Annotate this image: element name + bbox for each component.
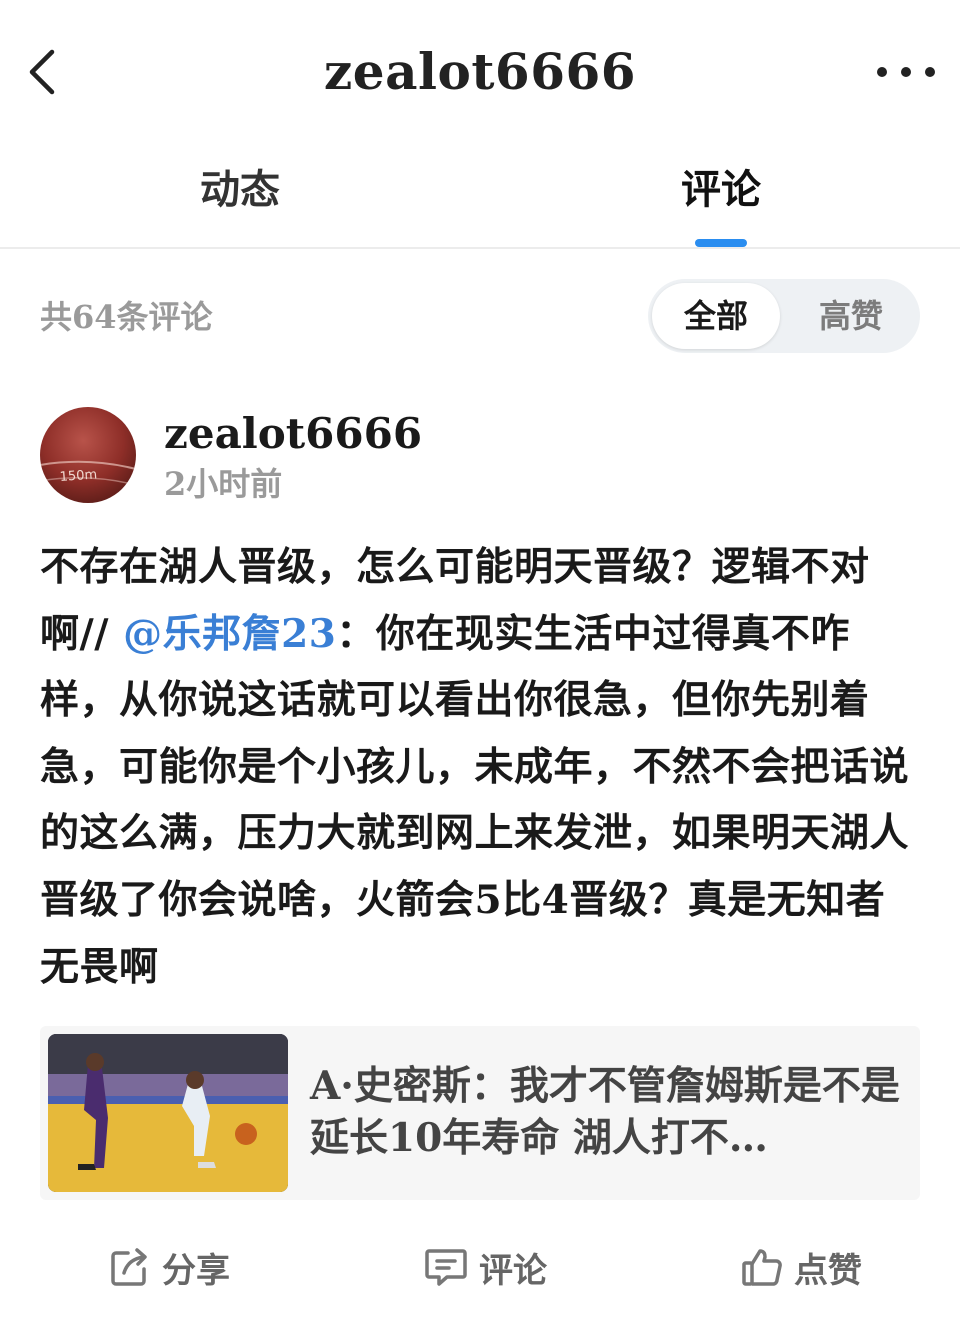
more-options-button[interactable] — [868, 48, 944, 96]
avatar-text: 150m — [59, 467, 97, 485]
tab-dynamic[interactable]: 动态 — [140, 160, 340, 220]
share-label: 分享 — [162, 1250, 230, 1291]
article-thumbnail — [48, 1034, 288, 1192]
active-tab-indicator — [695, 239, 747, 247]
thumbs-up-icon — [742, 1249, 782, 1286]
comment-label: 评论 — [479, 1250, 547, 1291]
comment-timestamp: 2小时前 — [164, 465, 283, 503]
mention-link[interactable]: @乐邦詹23 — [123, 611, 336, 657]
tab-divider — [0, 247, 960, 249]
comment-text: 不存在湖人晋级，怎么可能明天晋级？逻辑不对啊// @乐邦詹23：你在现实生活中过… — [40, 534, 920, 1000]
page-title: zealot6666 — [323, 42, 637, 101]
share-button[interactable]: 分享 — [108, 1236, 230, 1298]
article-title: A·史密斯：我才不管詹姆斯是不是延长10年寿命 湖人打不… — [310, 1063, 900, 1161]
filter-top-liked-button[interactable]: 高赞 — [790, 283, 912, 349]
tab-comments[interactable]: 评论 — [621, 160, 821, 220]
like-button[interactable]: 点赞 — [740, 1236, 862, 1298]
comment-icon — [425, 1249, 467, 1286]
avatar-image: 150m — [40, 407, 136, 503]
avatar[interactable]: 150m — [40, 407, 136, 503]
comment-button[interactable]: 评论 — [423, 1236, 547, 1298]
comment-text-part: ：你在现实生活中过得真不咋样，从你说这话就可以看出你很急，但你先别着急，可能你是… — [40, 610, 910, 990]
comment-username[interactable]: zealot6666 — [164, 406, 422, 462]
filter-all-button[interactable]: 全部 — [652, 283, 780, 349]
comment-count: 共64条评论 — [40, 298, 213, 336]
share-icon — [111, 1248, 147, 1286]
more-horizontal-icon — [877, 67, 935, 77]
like-label: 点赞 — [794, 1250, 862, 1291]
basketball-photo-image — [48, 1034, 288, 1192]
